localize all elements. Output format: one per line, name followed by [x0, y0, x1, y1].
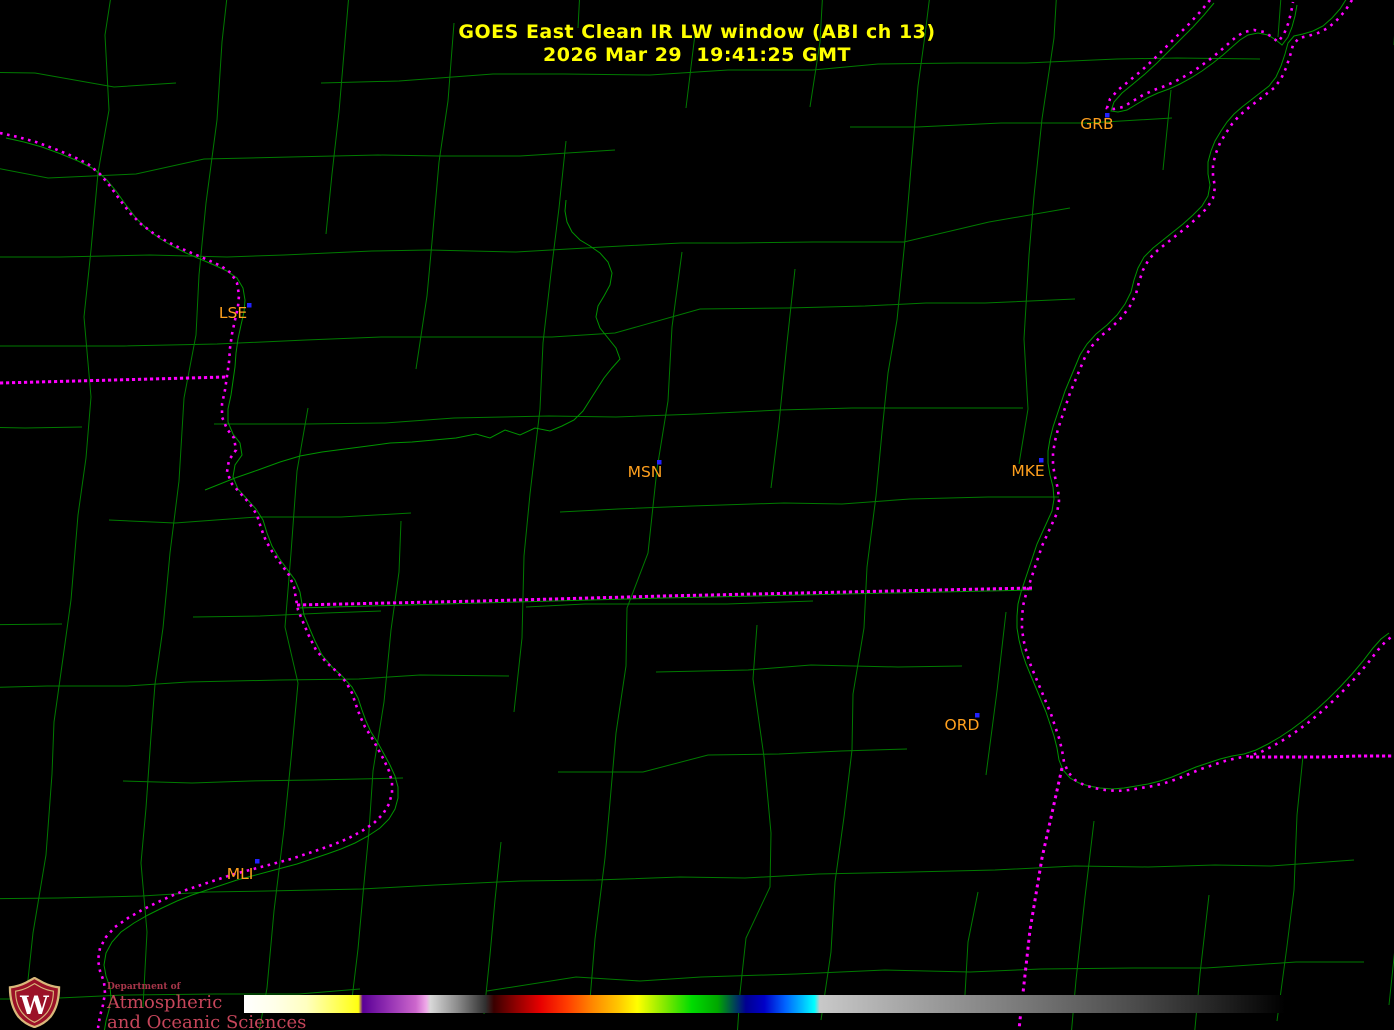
county-line: [0, 674, 510, 688]
uw-crest-icon: W: [8, 977, 61, 1028]
county-line: [0, 207, 1071, 258]
lake-michigan-shore: [1020, 0, 1394, 793]
county-line: [0, 426, 83, 429]
county-line: [559, 496, 1059, 513]
image-title: GOES East Clean IR LW window (ABI ch 13): [458, 21, 936, 43]
county-line: [415, 22, 455, 370]
station-ORD: ORD: [945, 713, 980, 734]
wisconsin-river: [204, 199, 621, 491]
station-dot-LSE: [247, 303, 252, 308]
logo-name-line1: Atmospheric: [107, 992, 223, 1013]
station-MKE: MKE: [1011, 458, 1045, 480]
image-timestamp: 2026 Mar 29 19:41:25 GMT: [543, 44, 851, 66]
state-borders: [0, 0, 1394, 1030]
county-line: [122, 777, 404, 784]
station-label-MKE: MKE: [1011, 462, 1044, 480]
county-line: [525, 600, 814, 608]
county-line: [770, 268, 796, 489]
station-label-LSE: LSE: [219, 304, 247, 322]
county-line: [0, 149, 616, 179]
county-line: [588, 251, 683, 1013]
lake-michigan-shore-outline: [1016, 0, 1390, 790]
county-line: [0, 71, 177, 88]
county-line: [0, 623, 63, 626]
county-line: [192, 610, 382, 618]
crest-letter: W: [19, 991, 49, 1021]
county-boundaries: [0, 0, 1394, 1030]
wi-il-border-line: [296, 589, 1033, 609]
county-line: [655, 664, 963, 673]
county-line: [963, 891, 979, 1013]
county-line: [214, 407, 1023, 425]
county-line: [1162, 89, 1172, 171]
county-line: [24, 0, 111, 1009]
county-line: [140, 0, 228, 1008]
county-line: [0, 859, 1355, 900]
county-line: [513, 140, 567, 713]
county-line: [483, 841, 502, 1015]
county-line: [1018, 0, 1057, 465]
il-in-border: [1017, 767, 1064, 1030]
in-border-east: [1250, 754, 1394, 759]
station-label-ORD: ORD: [945, 716, 980, 734]
wi-il-border: [296, 586, 1033, 607]
station-label-GRB: GRB: [1080, 115, 1113, 133]
county-line: [486, 961, 1364, 992]
station-markers: GRB LSE MSN MKE ORD MLI: [219, 113, 1114, 883]
county-line: [1276, 755, 1304, 1022]
county-line: [1388, 952, 1394, 1006]
station-MLI: MLI: [227, 859, 260, 883]
logo-name-line2: and Oceanic Sciences: [107, 1012, 307, 1030]
station-label-MLI: MLI: [227, 865, 254, 883]
county-line: [350, 520, 402, 1008]
logo-dept-label: Department of: [107, 982, 181, 992]
ir-temperature-colorbar: [244, 995, 1285, 1013]
mn-ia-border: [0, 375, 227, 385]
uw-aos-logo: W Department of Atmospheric and Oceanic …: [6, 977, 306, 1030]
mississippi-river-outline: [5, 137, 399, 1030]
station-LSE: LSE: [219, 303, 252, 322]
county-line: [0, 298, 1076, 347]
satellite-map-viewport: GRB LSE MSN MKE ORD MLI GOES East Clean IR LW…: [0, 0, 1394, 1030]
station-GRB: GRB: [1080, 113, 1114, 133]
station-label-MSN: MSN: [628, 463, 663, 481]
station-dot-MLI: [255, 859, 260, 864]
county-line: [737, 624, 772, 1030]
county-line: [985, 611, 1007, 776]
county-line: [558, 748, 908, 773]
county-line: [820, 0, 930, 1021]
green-map-features: [5, 0, 1390, 1030]
county-line: [258, 407, 309, 1030]
station-MSN: MSN: [628, 460, 663, 481]
map-canvas: GRB LSE MSN MKE ORD MLI: [0, 0, 1394, 1030]
county-line: [850, 117, 1173, 128]
